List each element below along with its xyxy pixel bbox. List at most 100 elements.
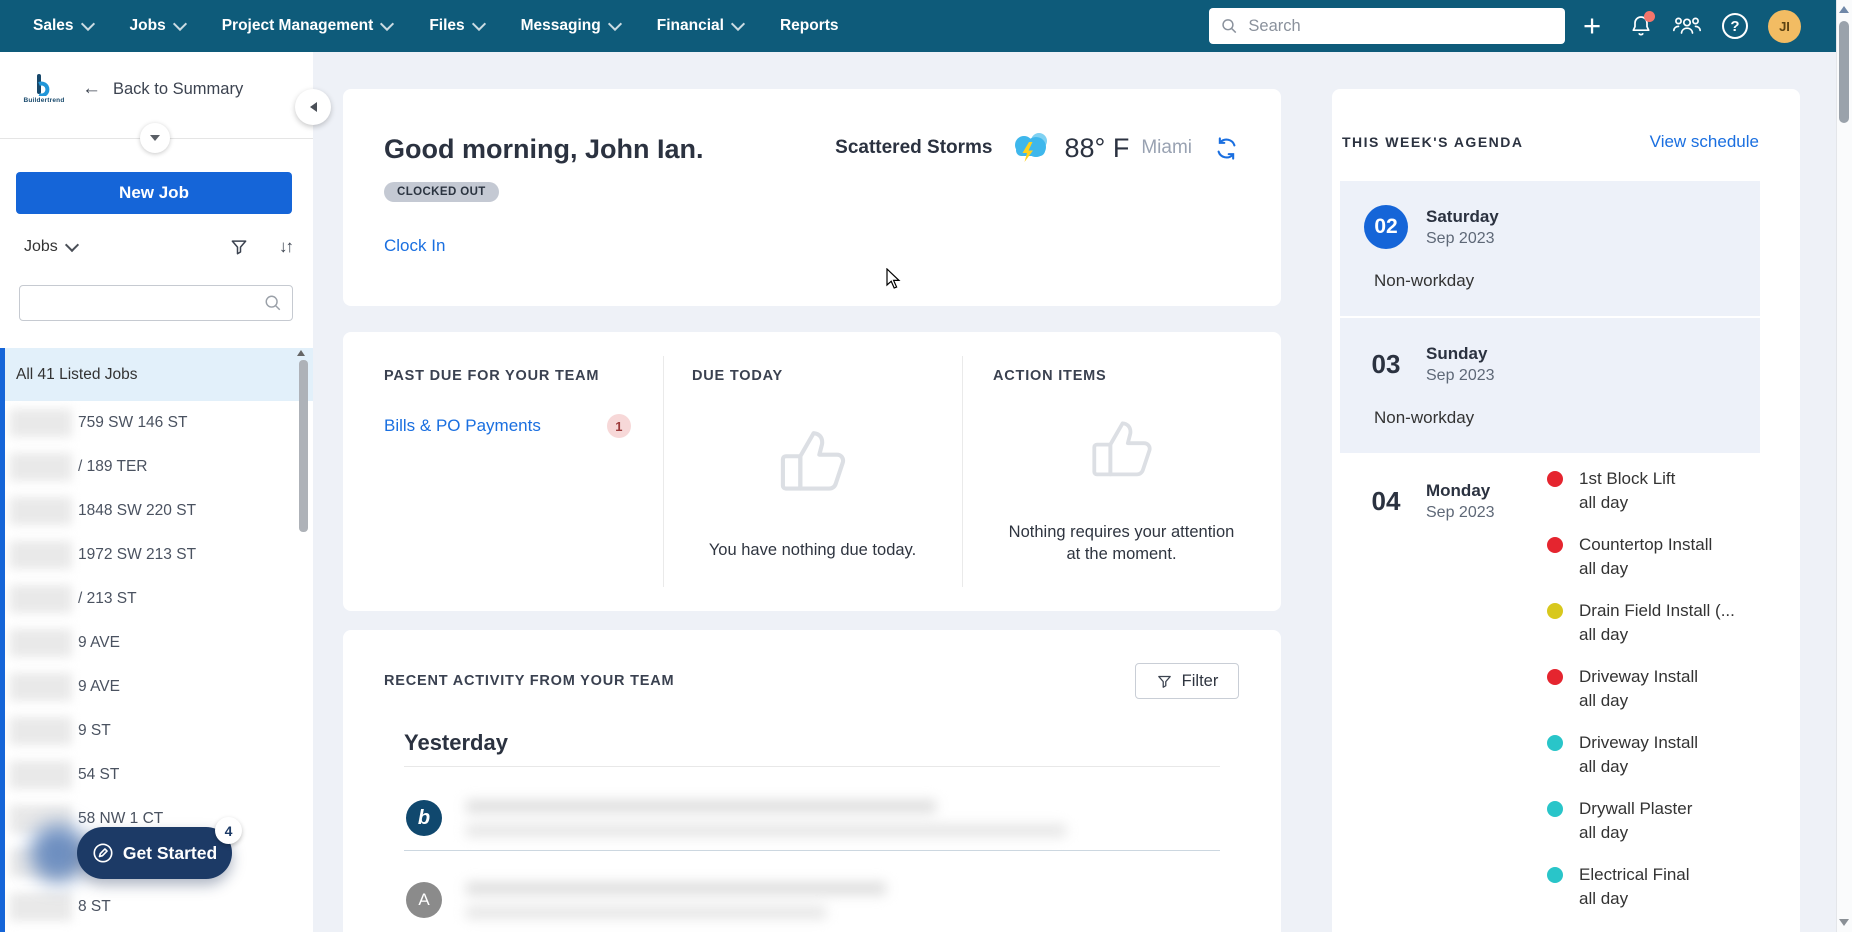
notification-dot bbox=[1644, 11, 1655, 22]
user-avatar[interactable]: JI bbox=[1768, 10, 1801, 43]
job-name-redacted bbox=[10, 717, 72, 745]
nav-menu-item[interactable]: Project Management bbox=[222, 16, 395, 35]
buildertrend-avatar: b bbox=[406, 800, 442, 836]
back-to-summary-link[interactable]: ← Back to Summary bbox=[82, 78, 243, 100]
job-list-item[interactable]: 1848 SW 220 ST bbox=[5, 489, 313, 533]
jobs-sidebar: Buildertrend ← Back to Summary New Job J… bbox=[0, 52, 313, 932]
agenda-day[interactable]: 02 Saturday Sep 2023 Non-workday bbox=[1340, 181, 1760, 316]
filter-icon bbox=[1157, 675, 1171, 688]
view-schedule-link[interactable]: View schedule bbox=[1650, 132, 1759, 152]
pencil-circle-icon bbox=[93, 843, 113, 863]
agenda-event[interactable]: Drain Field Install (... all day bbox=[1547, 599, 1735, 647]
nav-menu-item[interactable]: Financial bbox=[657, 16, 746, 35]
weekly-agenda-panel: THIS WEEK'S AGENDA View schedule 02 Satu… bbox=[1332, 89, 1800, 932]
window-scrollbar[interactable] bbox=[1836, 0, 1852, 932]
redacted-activity-text bbox=[466, 800, 1066, 837]
job-search-input[interactable] bbox=[30, 293, 264, 313]
nav-menu-item[interactable]: Jobs bbox=[130, 16, 187, 35]
notifications-button[interactable] bbox=[1629, 11, 1655, 38]
agenda-event[interactable]: Drywall Plaster all day bbox=[1547, 797, 1735, 845]
nav-menu-item[interactable]: Files bbox=[429, 16, 486, 35]
sidebar-expand-button[interactable] bbox=[140, 123, 170, 153]
job-list-item[interactable]: 54 ST bbox=[5, 753, 313, 797]
job-list-item[interactable]: 9 ST bbox=[5, 709, 313, 753]
day-name: Sunday bbox=[1426, 343, 1488, 363]
event-time: all day bbox=[1579, 559, 1629, 578]
get-started-button[interactable]: Get Started 4 bbox=[77, 817, 242, 879]
job-list-item[interactable]: 9 AVE bbox=[5, 621, 313, 665]
job-list-all-filter[interactable]: All 41 Listed Jobs bbox=[5, 348, 313, 401]
sort-icon[interactable]: ↓↑ bbox=[279, 237, 294, 257]
day-number: 04 bbox=[1371, 485, 1401, 516]
bills-po-payments-link[interactable]: Bills & PO Payments bbox=[384, 416, 541, 436]
divider bbox=[404, 766, 1220, 767]
refresh-icon[interactable] bbox=[1214, 136, 1239, 161]
job-address: 58 NW 1 CT bbox=[78, 810, 164, 827]
job-search-box[interactable] bbox=[19, 285, 293, 321]
clock-in-link[interactable]: Clock In bbox=[384, 236, 445, 256]
contacts-button[interactable] bbox=[1672, 14, 1702, 38]
global-search[interactable] bbox=[1209, 8, 1565, 44]
action-items-column: ACTION ITEMS Nothing requires your atten… bbox=[962, 332, 1281, 611]
nav-menu-item[interactable]: Reports bbox=[780, 17, 839, 35]
event-title: Countertop Install bbox=[1579, 535, 1713, 554]
job-address: 9 ST bbox=[78, 722, 111, 739]
summary-card: PAST DUE FOR YOUR TEAM Bills & PO Paymen… bbox=[343, 332, 1281, 611]
user-avatar: A bbox=[406, 882, 442, 918]
search-icon bbox=[265, 295, 281, 311]
jobs-dropdown[interactable]: Jobs bbox=[24, 237, 79, 256]
job-address: 9 AVE bbox=[78, 678, 120, 695]
nav-menu-item[interactable]: Messaging bbox=[521, 16, 622, 35]
activity-row[interactable]: b bbox=[406, 800, 1066, 837]
job-name-redacted bbox=[10, 497, 72, 525]
day-note: Non-workday bbox=[1374, 408, 1475, 427]
redacted-activity-text bbox=[466, 882, 886, 919]
past-due-column: PAST DUE FOR YOUR TEAM Bills & PO Paymen… bbox=[343, 332, 663, 611]
day-number: 02 bbox=[1364, 205, 1408, 249]
scroll-up-arrow[interactable] bbox=[1839, 6, 1849, 13]
agenda-event[interactable]: Electrical Final all day bbox=[1547, 863, 1735, 911]
day-name: Monday bbox=[1426, 480, 1491, 500]
job-list-item[interactable]: 1972 SW 213 ST bbox=[5, 533, 313, 577]
new-job-button[interactable]: New Job bbox=[16, 172, 292, 214]
clock-status-badge: CLOCKED OUT bbox=[384, 182, 499, 202]
recent-activity-header: RECENT ACTIVITY FROM YOUR TEAM bbox=[384, 673, 675, 689]
agenda-event[interactable]: Driveway Install all day bbox=[1547, 731, 1735, 779]
weather-city: Miami bbox=[1141, 137, 1192, 158]
scrollbar-thumb[interactable] bbox=[1839, 21, 1849, 123]
chevron-down-icon bbox=[471, 16, 486, 31]
job-name-redacted bbox=[10, 673, 72, 701]
nav-menu-item[interactable]: Sales bbox=[33, 16, 95, 35]
past-due-header: PAST DUE FOR YOUR TEAM bbox=[384, 368, 600, 384]
scroll-down-arrow[interactable] bbox=[1839, 919, 1849, 926]
sidebar-scrollbar-thumb[interactable] bbox=[299, 360, 308, 532]
storm-cloud-icon bbox=[1014, 133, 1047, 162]
search-input[interactable] bbox=[1246, 15, 1553, 37]
quick-add-button[interactable]: + bbox=[1578, 7, 1606, 45]
weather-widget: Scattered Storms 88° F Miami bbox=[835, 129, 1239, 167]
day-name: Saturday bbox=[1426, 206, 1499, 226]
activity-row[interactable]: A bbox=[406, 882, 886, 919]
agenda-event[interactable]: Countertop Install all day bbox=[1547, 533, 1735, 581]
job-address: / 189 TER bbox=[78, 458, 148, 475]
people-icon bbox=[1672, 17, 1702, 34]
agenda-event[interactable]: Driveway Install all day bbox=[1547, 665, 1735, 713]
event-status-dot bbox=[1547, 603, 1563, 619]
job-name-redacted bbox=[10, 585, 72, 613]
help-button[interactable]: ? bbox=[1722, 13, 1748, 39]
sidebar-scroll-up-arrow[interactable] bbox=[297, 350, 305, 356]
agenda-event[interactable]: 1st Block Lift all day bbox=[1547, 467, 1735, 515]
job-list-item[interactable]: / 213 ST bbox=[5, 577, 313, 621]
job-list-item[interactable]: 8 ST bbox=[5, 885, 313, 929]
sidebar-collapse-button[interactable] bbox=[295, 89, 331, 125]
event-title: 1st Block Lift bbox=[1579, 469, 1676, 488]
agenda-day[interactable]: 04 Monday Sep 2023 1st Block Lift all da… bbox=[1340, 455, 1760, 932]
job-list-item[interactable]: 9 AVE bbox=[5, 665, 313, 709]
filter-icon[interactable] bbox=[229, 237, 249, 257]
agenda-day[interactable]: 03 Sunday Sep 2023 Non-workday bbox=[1340, 318, 1760, 453]
job-list-item[interactable]: 759 SW 146 ST bbox=[5, 401, 313, 445]
get-started-badge: 4 bbox=[215, 817, 242, 844]
activity-group-label: Yesterday bbox=[404, 730, 508, 755]
job-list-item[interactable]: / 189 TER bbox=[5, 445, 313, 489]
filter-button[interactable]: Filter bbox=[1135, 663, 1239, 699]
